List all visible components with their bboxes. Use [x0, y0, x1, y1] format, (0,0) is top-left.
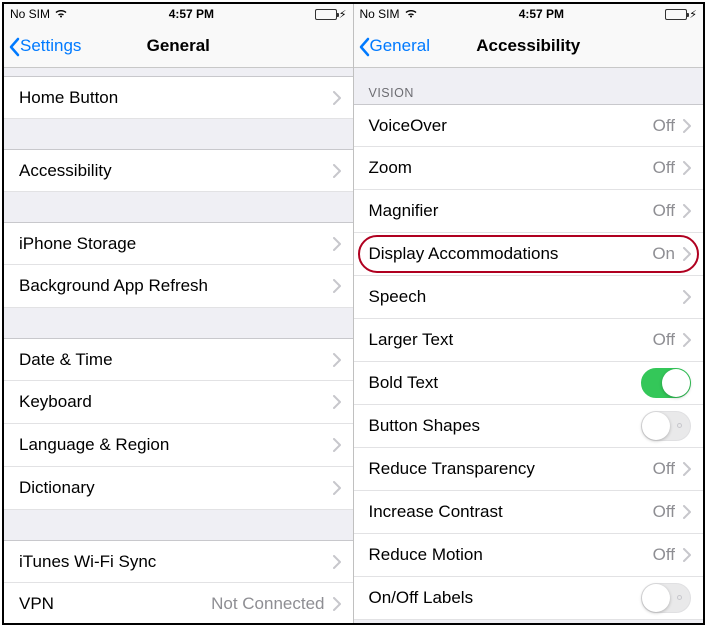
chevron-right-icon: [333, 164, 341, 178]
row-value: Off: [653, 158, 675, 178]
settings-row[interactable]: Reduce MotionOff: [354, 534, 704, 577]
status-bar: No SIM 4:57 PM ⚡︎: [4, 4, 353, 24]
row-label: Language & Region: [19, 435, 333, 455]
carrier-text: No SIM: [360, 7, 400, 21]
row-label: Larger Text: [369, 330, 653, 350]
row-label: Dictionary: [19, 478, 333, 498]
back-label: General: [370, 36, 430, 56]
settings-row[interactable]: MagnifierOff: [354, 190, 704, 233]
chevron-right-icon: [333, 237, 341, 251]
settings-row[interactable]: iPhone Storage: [4, 222, 353, 265]
row-value: Off: [653, 330, 675, 350]
battery-indicator: ⚡︎: [315, 8, 347, 21]
chevron-right-icon: [333, 597, 341, 611]
settings-row[interactable]: VoiceOverOff: [354, 104, 704, 147]
settings-row[interactable]: Reduce TransparencyOff: [354, 448, 704, 491]
accessibility-list: VISIONVoiceOverOffZoomOffMagnifierOffDis…: [354, 68, 704, 623]
row-label: Zoom: [369, 158, 653, 178]
chevron-right-icon: [333, 279, 341, 293]
row-label: Keyboard: [19, 392, 333, 412]
row-label: On/Off Labels: [369, 588, 642, 608]
toggle-switch[interactable]: [641, 411, 691, 441]
row-label: iTunes Wi-Fi Sync: [19, 552, 333, 572]
settings-row[interactable]: Display AccommodationsOn: [354, 233, 704, 276]
settings-row[interactable]: Button Shapes: [354, 405, 704, 448]
chevron-right-icon: [683, 548, 691, 562]
settings-row[interactable]: On/Off Labels: [354, 577, 704, 620]
chevron-right-icon: [333, 395, 341, 409]
chevron-left-icon: [8, 37, 20, 55]
settings-row[interactable]: Speech: [354, 276, 704, 319]
row-label: VPN: [19, 594, 211, 614]
battery-indicator: ⚡︎: [665, 8, 697, 21]
chevron-right-icon: [683, 119, 691, 133]
row-label: Bold Text: [369, 373, 642, 393]
row-label: Reduce Transparency: [369, 459, 653, 479]
back-button[interactable]: General: [354, 36, 430, 56]
settings-list: Home Button Accessibility iPhone Storage Ba…: [4, 68, 353, 623]
settings-row[interactable]: VPNNot Connected: [4, 583, 353, 623]
row-value: Off: [653, 545, 675, 565]
settings-row[interactable]: Dictionary: [4, 467, 353, 510]
row-label: iPhone Storage: [19, 234, 333, 254]
carrier-text: No SIM: [10, 7, 50, 21]
chevron-right-icon: [683, 161, 691, 175]
settings-row[interactable]: ZoomOff: [354, 147, 704, 190]
row-label: Date & Time: [19, 350, 333, 370]
row-label: Home Button: [19, 88, 333, 108]
chevron-right-icon: [333, 91, 341, 105]
chevron-right-icon: [683, 505, 691, 519]
row-label: Button Shapes: [369, 416, 642, 436]
settings-row[interactable]: Increase ContrastOff: [354, 491, 704, 534]
settings-row[interactable]: Keyboard: [4, 381, 353, 424]
row-value: Not Connected: [211, 594, 324, 614]
chevron-left-icon: [358, 37, 370, 55]
settings-row[interactable]: iTunes Wi-Fi Sync: [4, 540, 353, 583]
status-bar: No SIM 4:57 PM ⚡︎: [354, 4, 704, 24]
chevron-right-icon: [683, 247, 691, 261]
back-label: Settings: [20, 36, 81, 56]
status-time: 4:57 PM: [68, 7, 315, 21]
chevron-right-icon: [683, 462, 691, 476]
row-label: VoiceOver: [369, 116, 653, 136]
chevron-right-icon: [333, 438, 341, 452]
toggle-switch[interactable]: [641, 583, 691, 613]
settings-row[interactable]: Date & Time: [4, 338, 353, 381]
nav-bar: Settings General: [4, 24, 353, 68]
back-button[interactable]: Settings: [4, 36, 81, 56]
row-value: Off: [653, 459, 675, 479]
settings-row[interactable]: Background App Refresh: [4, 265, 353, 308]
row-label: Background App Refresh: [19, 276, 333, 296]
section-header: VISION: [354, 68, 704, 104]
chevron-right-icon: [333, 353, 341, 367]
row-value: On: [652, 244, 675, 264]
chevron-right-icon: [333, 555, 341, 569]
row-value: Off: [653, 201, 675, 221]
nav-bar: General Accessibility: [354, 24, 704, 68]
settings-row[interactable]: Larger TextOff: [354, 319, 704, 362]
row-label: Reduce Motion: [369, 545, 653, 565]
row-label: Increase Contrast: [369, 502, 653, 522]
status-time: 4:57 PM: [418, 7, 666, 21]
wifi-icon: [54, 7, 68, 21]
general-settings-pane: No SIM 4:57 PM ⚡︎ Settings General Home …: [4, 4, 354, 623]
settings-row[interactable]: Language & Region: [4, 424, 353, 467]
settings-row[interactable]: Home Button: [4, 76, 353, 119]
row-label: Display Accommodations: [369, 244, 653, 264]
settings-row[interactable]: Accessibility: [4, 149, 353, 192]
chevron-right-icon: [683, 333, 691, 347]
chevron-right-icon: [683, 290, 691, 304]
accessibility-settings-pane: No SIM 4:57 PM ⚡︎ General Accessibility …: [354, 4, 704, 623]
wifi-icon: [404, 7, 418, 21]
row-label: Accessibility: [19, 161, 333, 181]
chevron-right-icon: [333, 481, 341, 495]
row-label: Speech: [369, 287, 684, 307]
chevron-right-icon: [683, 204, 691, 218]
toggle-switch[interactable]: [641, 368, 691, 398]
row-value: Off: [653, 116, 675, 136]
settings-row[interactable]: Bold Text: [354, 362, 704, 405]
row-value: Off: [653, 502, 675, 522]
row-label: Magnifier: [369, 201, 653, 221]
